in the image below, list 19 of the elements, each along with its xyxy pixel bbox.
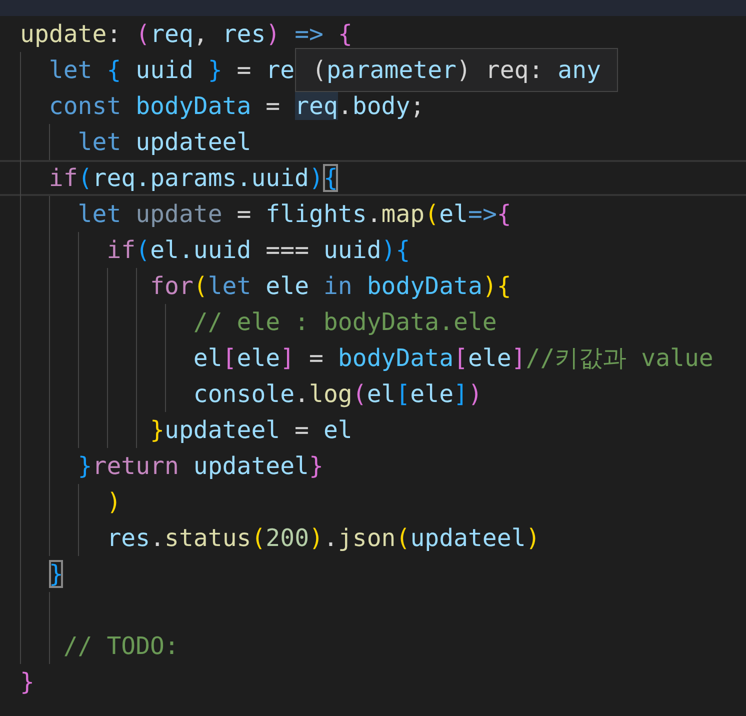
code-line: console.log(el[ele]) bbox=[192, 380, 482, 408]
code-line: }return updateel} bbox=[76, 452, 324, 480]
code-line: ) bbox=[106, 488, 122, 516]
code-line: } bbox=[20, 668, 34, 696]
code-line: // TODO: bbox=[62, 632, 179, 660]
code-line: update: (req, res) => { bbox=[20, 20, 352, 48]
hover-tooltip: (parameter) req: any bbox=[295, 48, 618, 92]
code-line: let update = flights.map(el=>{ bbox=[76, 200, 512, 228]
code-line: if(req.params.uuid){ bbox=[48, 164, 338, 192]
code-line: // ele : bodyData.ele bbox=[192, 308, 497, 336]
code-line: if(el.uuid === uuid){ bbox=[106, 236, 410, 264]
code-line: } bbox=[48, 560, 64, 588]
code-line: const bodyData = req.body; bbox=[48, 92, 425, 120]
code-line: let updateel bbox=[76, 128, 252, 156]
code-line: }updateel = el bbox=[149, 416, 352, 444]
code-line: el[ele] = bodyData[ele]//키값과 value bbox=[192, 344, 714, 372]
code-line: for(let ele in bodyData){ bbox=[149, 272, 512, 300]
code-line: let { uuid } = re bbox=[48, 56, 295, 84]
code-line: res.status(200).json(updateel) bbox=[106, 524, 540, 552]
